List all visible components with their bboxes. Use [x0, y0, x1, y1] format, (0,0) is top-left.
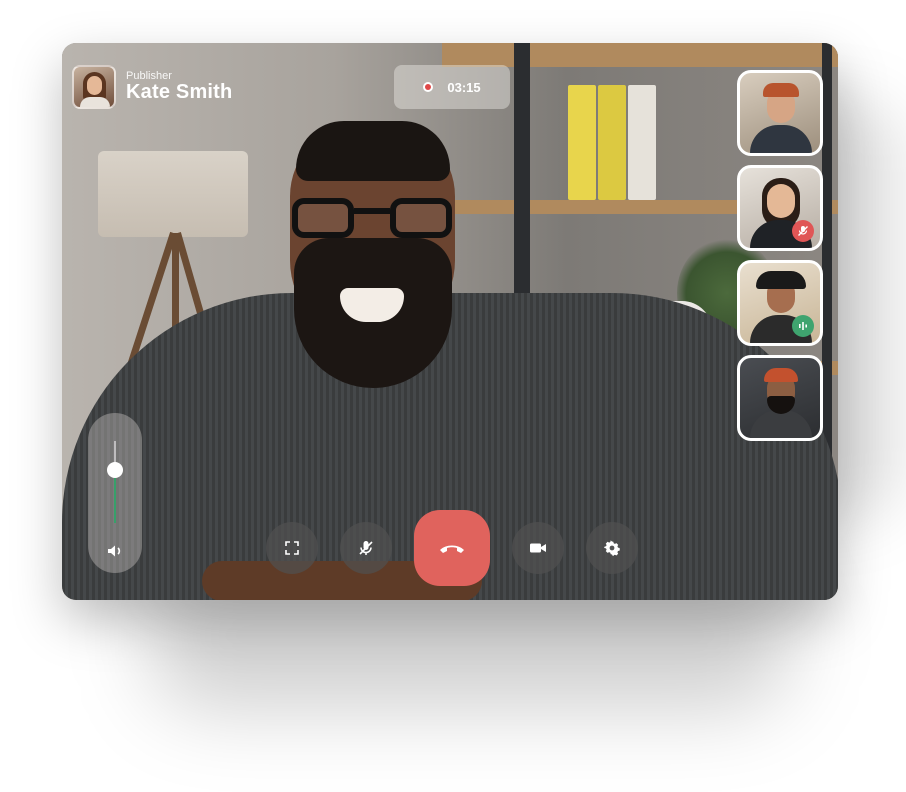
expand-icon: [284, 540, 300, 556]
fullscreen-button[interactable]: [266, 522, 318, 574]
speaker-icon[interactable]: [105, 541, 125, 561]
phone-hangup-icon: [438, 541, 466, 555]
call-timer: 03:15: [394, 65, 510, 109]
participant-tile[interactable]: [737, 355, 823, 441]
participant-tile[interactable]: [737, 260, 823, 346]
lamp-shade: [98, 151, 248, 237]
mic-off-icon: [357, 539, 375, 557]
participant-tile[interactable]: [737, 70, 823, 156]
video-button[interactable]: [512, 522, 564, 574]
publisher-avatar[interactable]: [72, 65, 116, 109]
mic-off-icon: [792, 220, 814, 242]
end-call-button[interactable]: [414, 510, 490, 586]
publisher-name: Kate Smith: [126, 81, 233, 104]
video-camera-icon: [529, 541, 547, 555]
volume-slider[interactable]: [88, 413, 142, 573]
audio-wave-icon: [792, 315, 814, 337]
participant-tile[interactable]: [737, 165, 823, 251]
settings-button[interactable]: [586, 522, 638, 574]
video-call-window: Publisher Kate Smith 03:15: [62, 43, 838, 600]
binder: [568, 85, 596, 200]
call-controls: [266, 510, 638, 586]
speaker-glasses: [292, 198, 452, 240]
call-duration: 03:15: [447, 79, 481, 95]
publisher-info: Publisher Kate Smith: [72, 65, 232, 109]
speaker-hair: [296, 121, 450, 181]
participant-list: [737, 70, 823, 441]
shelf: [442, 43, 838, 67]
volume-knob[interactable]: [107, 461, 123, 478]
binder: [598, 85, 626, 200]
binder: [628, 85, 656, 200]
gear-icon: [604, 540, 620, 556]
mute-button[interactable]: [340, 522, 392, 574]
publisher-role: Publisher: [126, 69, 172, 82]
record-dot-icon: [423, 82, 434, 92]
